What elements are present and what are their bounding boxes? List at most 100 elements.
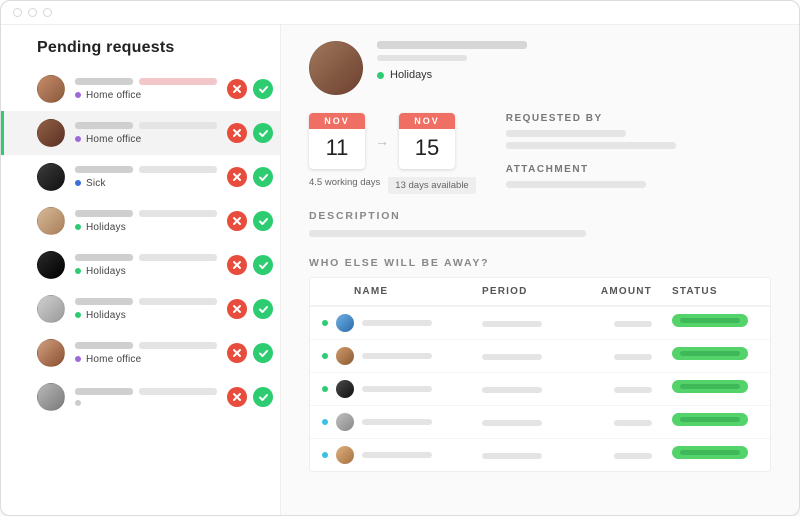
request-actions xyxy=(227,343,273,363)
request-type-dot xyxy=(377,72,384,79)
requester-name-placeholder xyxy=(377,41,527,49)
request-item[interactable] xyxy=(1,375,280,419)
working-days-text: 4.5 working days xyxy=(309,177,380,194)
request-actions xyxy=(227,255,273,275)
request-item[interactable]: Sick xyxy=(1,155,280,199)
titlebar xyxy=(1,1,799,25)
table-row[interactable] xyxy=(310,372,770,405)
request-item[interactable]: Home office xyxy=(1,331,280,375)
who-table-header: NAME PERIOD AMOUNT STATUS xyxy=(310,278,770,306)
request-type-label: Holidays xyxy=(86,222,126,233)
avatar xyxy=(37,207,65,235)
table-row[interactable] xyxy=(310,405,770,438)
col-status: STATUS xyxy=(672,286,758,297)
row-type-dot xyxy=(322,452,328,458)
row-name-placeholder xyxy=(362,353,432,359)
reject-button[interactable] xyxy=(227,79,247,99)
arrow-right-icon: → xyxy=(375,133,389,149)
avatar xyxy=(37,295,65,323)
row-name-placeholder xyxy=(362,419,432,425)
date-to-day: 15 xyxy=(399,129,455,169)
reject-button[interactable] xyxy=(227,123,247,143)
request-type-label: Home office xyxy=(86,90,141,101)
avatar xyxy=(336,314,354,332)
days-available-chip: 13 days available xyxy=(388,177,475,194)
request-type-dot xyxy=(75,224,81,230)
col-period: PERIOD xyxy=(482,286,582,297)
request-actions xyxy=(227,299,273,319)
table-row[interactable] xyxy=(310,339,770,372)
date-from-month: NOV xyxy=(309,113,365,129)
requested-by-placeholder xyxy=(506,130,626,137)
avatar xyxy=(37,119,65,147)
description-label: DESCRIPTION xyxy=(309,210,771,222)
requested-by-label: REQUESTED BY xyxy=(506,113,771,124)
request-type-dot xyxy=(75,180,81,186)
table-row[interactable] xyxy=(310,306,770,339)
request-type-dot xyxy=(75,312,81,318)
request-item[interactable]: Home office xyxy=(1,67,280,111)
request-body xyxy=(75,388,217,406)
request-body: Home office xyxy=(75,342,217,365)
detail-meta-row: NOV 11 → NOV 15 4.5 working days 13 days… xyxy=(309,113,771,194)
avatar xyxy=(37,339,65,367)
approve-button[interactable] xyxy=(253,387,273,407)
date-to-month: NOV xyxy=(399,113,455,129)
request-type-label: Home office xyxy=(86,354,141,365)
approve-button[interactable] xyxy=(253,299,273,319)
approve-button[interactable] xyxy=(253,167,273,187)
request-body: Home office xyxy=(75,122,217,145)
row-type-dot xyxy=(322,320,328,326)
request-item[interactable]: Holidays xyxy=(1,199,280,243)
request-type-label: Sick xyxy=(86,178,106,189)
who-else-table: NAME PERIOD AMOUNT STATUS xyxy=(309,277,771,472)
reject-button[interactable] xyxy=(227,299,247,319)
request-item[interactable]: Home office xyxy=(1,111,280,155)
date-range-block: NOV 11 → NOV 15 4.5 working days 13 days… xyxy=(309,113,476,194)
content-split: Pending requests Home office Home office S… xyxy=(1,25,799,515)
window-min-dot[interactable] xyxy=(28,8,37,17)
request-body: Holidays xyxy=(75,298,217,321)
request-body: Holidays xyxy=(75,254,217,277)
request-detail: Holidays NOV 11 → NOV 15 xyxy=(281,25,799,515)
row-type-dot xyxy=(322,353,328,359)
request-list: Home office Home office Sick Holidays Holida… xyxy=(1,67,280,515)
request-actions xyxy=(227,211,273,231)
request-actions xyxy=(227,167,273,187)
approve-button[interactable] xyxy=(253,343,273,363)
approve-button[interactable] xyxy=(253,211,273,231)
request-type-label: Holidays xyxy=(86,310,126,321)
reject-button[interactable] xyxy=(227,255,247,275)
request-type-label: Holidays xyxy=(86,266,126,277)
approve-button[interactable] xyxy=(253,79,273,99)
window-close-dot[interactable] xyxy=(13,8,22,17)
app-window: Pending requests Home office Home office S… xyxy=(0,0,800,516)
request-type-label: Holidays xyxy=(390,69,432,81)
approve-button[interactable] xyxy=(253,255,273,275)
date-to-card: NOV 15 xyxy=(399,113,455,169)
reject-button[interactable] xyxy=(227,211,247,231)
sidebar-title: Pending requests xyxy=(1,25,280,67)
request-actions xyxy=(227,387,273,407)
window-max-dot[interactable] xyxy=(43,8,52,17)
detail-header: Holidays xyxy=(309,41,771,95)
request-actions xyxy=(227,123,273,143)
row-name-placeholder xyxy=(362,386,432,392)
request-item[interactable]: Holidays xyxy=(1,287,280,331)
row-type-dot xyxy=(322,419,328,425)
request-type-dot xyxy=(75,356,81,362)
date-from-day: 11 xyxy=(309,129,365,169)
avatar xyxy=(37,163,65,191)
reject-button[interactable] xyxy=(227,387,247,407)
reject-button[interactable] xyxy=(227,343,247,363)
status-badge xyxy=(672,413,748,426)
approve-button[interactable] xyxy=(253,123,273,143)
request-type-dot xyxy=(75,92,81,98)
avatar xyxy=(336,380,354,398)
reject-button[interactable] xyxy=(227,167,247,187)
request-item[interactable]: Holidays xyxy=(1,243,280,287)
date-from-card: NOV 11 xyxy=(309,113,365,169)
table-row[interactable] xyxy=(310,438,770,471)
requester-avatar xyxy=(309,41,363,95)
request-type-dot xyxy=(75,136,81,142)
